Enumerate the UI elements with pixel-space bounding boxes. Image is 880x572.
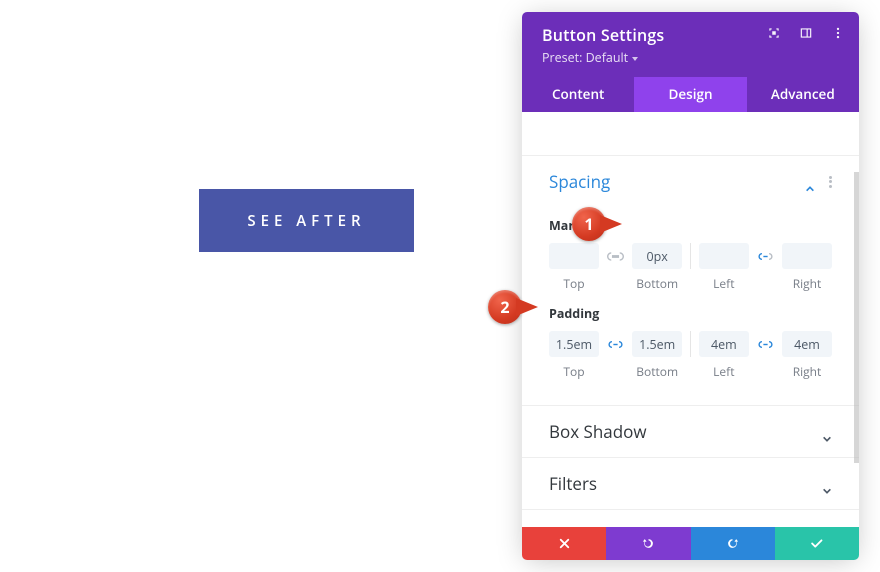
link-vertical-icon[interactable] [606,331,625,357]
padding-right-input[interactable] [782,331,832,357]
section-transform-title: Transform [549,524,632,527]
padding-bottom-input[interactable] [632,331,682,357]
link-horizontal-icon[interactable] [756,331,775,357]
link-vertical-icon[interactable] [606,243,625,269]
padding-right-label: Right [793,363,822,380]
padding-row: Top Bottom Left Right [549,331,832,380]
preview-button[interactable]: SEE AFTER [199,189,414,252]
settings-panel: Button Settings Preset: Default Content … [522,12,859,560]
section-filters-header[interactable]: Filters [549,458,832,509]
section-spacing-header[interactable]: Spacing [549,156,832,207]
padding-top-input[interactable] [549,331,599,357]
scrollbar[interactable] [854,172,859,463]
margin-left-label: Left [713,275,734,292]
preview-button-label: SEE AFTER [247,211,365,231]
cancel-button[interactable] [522,527,606,560]
dock-icon[interactable] [799,26,813,40]
section-spacing-title: Spacing [549,170,610,193]
section-filters-title: Filters [549,472,597,495]
margin-top-input[interactable] [549,243,599,269]
link-horizontal-icon[interactable] [756,243,775,269]
tabs: Content Design Advanced [522,77,859,112]
padding-top-label: Top [563,363,584,380]
margin-right-label: Right [793,275,822,292]
section-transform-header[interactable]: Transform [549,510,832,527]
more-icon[interactable] [831,26,845,40]
section-box-shadow: Box Shadow [522,406,859,458]
divider [690,331,691,357]
margin-row: Top Bottom Left Right [549,243,832,292]
panel-header: Button Settings Preset: Default [522,12,859,77]
chevron-down-icon [822,427,832,437]
padding-label: Padding [549,305,832,322]
margin-bottom-input[interactable] [632,243,682,269]
padding-left-input[interactable] [699,331,749,357]
undo-button[interactable] [606,527,690,560]
panel-body: Spacing Margin Top Bottom Left Right [522,112,859,527]
margin-top-label: Top [563,275,584,292]
margin-label: Margin [549,217,832,234]
section-more-icon[interactable] [829,176,832,188]
section-transform: Transform [522,510,859,527]
tab-content[interactable]: Content [522,77,634,112]
tab-advanced[interactable]: Advanced [747,77,859,112]
preset-label: Preset: Default [542,49,628,66]
section-box-shadow-title: Box Shadow [549,420,647,443]
preset-selector[interactable]: Preset: Default [542,49,839,66]
section-filters: Filters [522,458,859,510]
section-spacing: Spacing Margin Top Bottom Left Right [522,156,859,406]
margin-bottom-label: Bottom [636,275,678,292]
redo-button[interactable] [691,527,775,560]
save-button[interactable] [775,527,859,560]
divider [690,243,691,269]
padding-left-label: Left [713,363,734,380]
tab-design[interactable]: Design [634,77,746,112]
section-cutoff-top [522,112,859,156]
section-box-shadow-header[interactable]: Box Shadow [549,406,832,457]
chevron-up-icon [805,177,815,187]
panel-footer [522,527,859,560]
margin-left-input[interactable] [699,243,749,269]
expand-icon[interactable] [767,26,781,40]
padding-bottom-label: Bottom [636,363,678,380]
margin-right-input[interactable] [782,243,832,269]
chevron-down-icon [822,479,832,489]
caret-down-icon [632,57,638,61]
